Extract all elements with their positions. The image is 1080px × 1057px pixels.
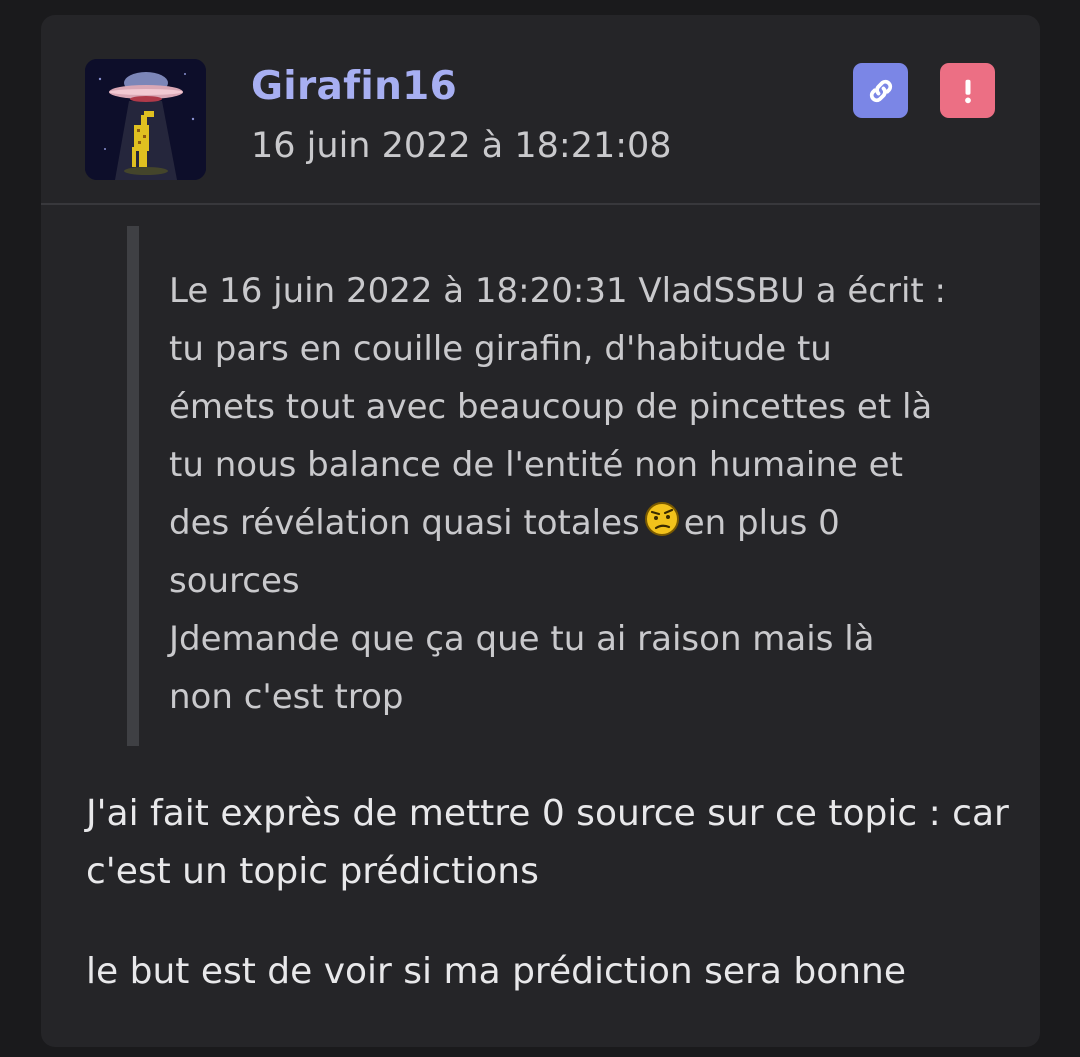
body-paragraph: le but est de voir si ma prédiction sera…	[86, 943, 1006, 1001]
quote-line: non c'est trop	[169, 677, 404, 717]
quote-line: sources	[169, 561, 300, 601]
body-line: c'est un topic prédictions	[86, 851, 539, 892]
post-card: Girafin16 16 juin 2022 à 18:21:08 Le 16 …	[41, 15, 1040, 1047]
post-header: Girafin16 16 juin 2022 à 18:21:08	[41, 15, 1040, 205]
quote-header: Le 16 juin 2022 à 18:20:31 VladSSBU a éc…	[169, 271, 947, 311]
permalink-button[interactable]	[853, 63, 908, 118]
quoted-message: Le 16 juin 2022 à 18:20:31 VladSSBU a éc…	[127, 226, 967, 746]
suspicious-face-icon	[644, 502, 679, 536]
quote-line: tu pars en couille girafin, d'habitude t…	[169, 329, 832, 369]
ufo-giraffe-avatar-icon	[85, 59, 206, 180]
quote-fragment: en plus 0	[683, 503, 840, 543]
quote-fragment: des révélation quasi totales	[169, 503, 640, 543]
quote-text: Le 16 juin 2022 à 18:20:31 VladSSBU a éc…	[169, 262, 969, 726]
quote-line: des révélation quasi totales en plus 0	[169, 494, 969, 552]
body-paragraph: J'ai fait exprès de mettre 0 source sur …	[86, 785, 1009, 901]
author-username[interactable]: Girafin16	[251, 64, 457, 110]
body-line: le but est de voir si ma prédiction sera…	[86, 951, 907, 992]
quote-line: Jdemande que ça que tu ai raison mais là	[169, 619, 875, 659]
quote-line: émets tout avec beaucoup de pincettes et…	[169, 387, 933, 427]
post-timestamp: 16 juin 2022 à 18:21:08	[251, 126, 672, 166]
post-body: J'ai fait exprès de mettre 0 source sur …	[86, 785, 1009, 1043]
body-line: J'ai fait exprès de mettre 0 source sur …	[86, 793, 1009, 834]
quote-line: tu nous balance de l'entité non humaine …	[169, 445, 903, 485]
exclamation-icon	[964, 79, 971, 103]
link-icon	[869, 79, 892, 102]
report-button[interactable]	[940, 63, 995, 118]
avatar[interactable]	[85, 59, 206, 180]
